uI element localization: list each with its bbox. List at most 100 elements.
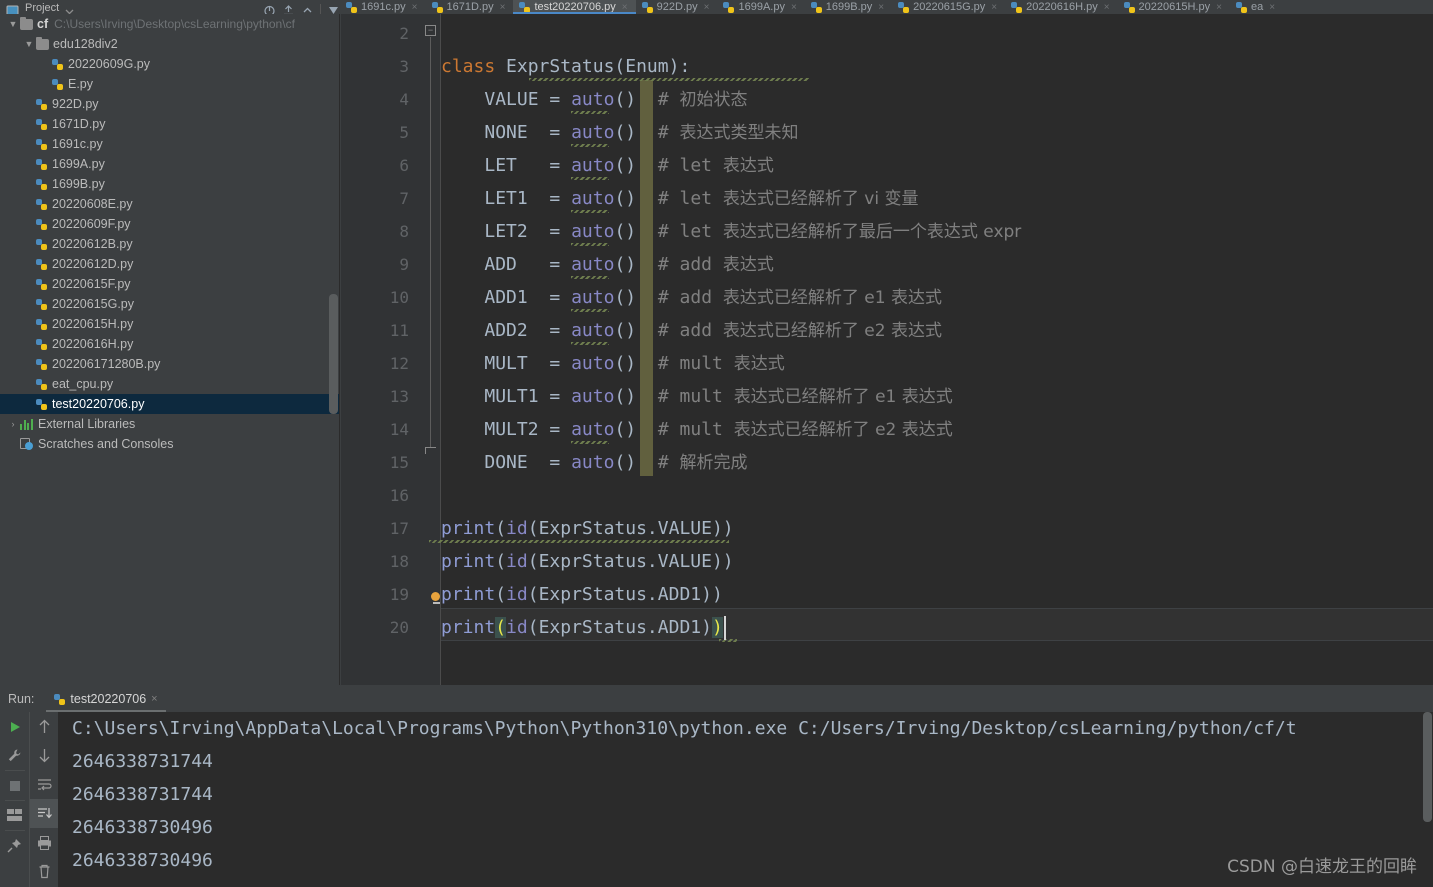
chevron-right-icon[interactable]: › — [6, 419, 20, 429]
tree-row[interactable]: ·1699B.py — [0, 174, 339, 194]
collapse-icon[interactable] — [301, 3, 314, 14]
code-line[interactable]: print(id(ExprStatus.ADD1)) — [441, 611, 723, 644]
code-line[interactable]: LET2 = auto() # let 表达式已经解析了最后一个表达式 expr — [441, 215, 1021, 248]
python-file-icon — [52, 79, 63, 90]
close-icon[interactable]: × — [991, 2, 997, 13]
print-icon[interactable] — [30, 828, 59, 857]
editor-tab-20220615H-py[interactable]: 20220615H.py× — [1118, 0, 1230, 14]
close-icon[interactable]: × — [791, 2, 797, 13]
code-line[interactable]: ADD1 = auto() # add 表达式已经解析了 e1 表达式 — [441, 281, 942, 314]
editor-tab-1699B-py[interactable]: 1699B.py× — [805, 0, 892, 14]
tree-row[interactable]: ·20220612D.py — [0, 254, 339, 274]
close-icon[interactable]: × — [1104, 2, 1110, 13]
code-line[interactable]: ADD2 = auto() # add 表达式已经解析了 e2 表达式 — [441, 314, 942, 347]
code-line[interactable]: print(id(ExprStatus.ADD1)) — [441, 578, 723, 611]
warning-squiggle — [571, 243, 609, 246]
run-config-tab[interactable]: test20220706 × — [46, 686, 165, 712]
stop-icon[interactable] — [0, 771, 29, 800]
upload-icon[interactable] — [282, 3, 295, 14]
editor-fold-gutter[interactable]: − — [419, 14, 441, 685]
editor-tab-20220616H-py[interactable]: 20220616H.py× — [1005, 0, 1117, 14]
code-line[interactable]: MULT2 = auto() # mult 表达式已经解析了 e2 表达式 — [441, 413, 953, 446]
python-file-icon — [36, 359, 47, 370]
tree-row[interactable]: ·E.py — [0, 74, 339, 94]
tree-row[interactable]: ·1671D.py — [0, 114, 339, 134]
editor-tab-test20220706-py[interactable]: test20220706.py× — [513, 0, 635, 14]
intention-bulb-icon[interactable] — [431, 592, 442, 605]
close-icon[interactable]: × — [500, 2, 506, 13]
line-number: 3 — [399, 50, 409, 83]
tree-row[interactable]: ›External Libraries — [0, 414, 339, 434]
vcs-update-icon[interactable] — [263, 3, 276, 14]
console-actions-column[interactable] — [29, 712, 58, 887]
editor-tab-strip[interactable]: 1691c.py×1671D.py×test20220706.py×922D.p… — [340, 0, 1433, 14]
close-icon[interactable]: × — [878, 2, 884, 13]
run-side-toolbar[interactable] — [0, 712, 58, 887]
close-icon[interactable]: × — [1216, 2, 1222, 13]
download-icon[interactable] — [327, 3, 340, 14]
project-tree-panel[interactable]: ▼cfC:\Users\Irving\Desktop\csLearning\py… — [0, 14, 340, 685]
tree-row[interactable]: ·test20220706.py — [0, 394, 339, 414]
editor-tab-ea[interactable]: ea× — [1230, 0, 1283, 14]
scroll-to-end-icon[interactable] — [30, 799, 59, 828]
vertical-scrollbar[interactable] — [329, 294, 338, 414]
tree-row[interactable]: ·20220615H.py — [0, 314, 339, 334]
editor-tab-1671D-py[interactable]: 1671D.py× — [426, 0, 514, 14]
soft-wrap-icon[interactable] — [30, 770, 59, 799]
tree-row[interactable]: ·20220615F.py — [0, 274, 339, 294]
tree-row[interactable]: ·20220609G.py — [0, 54, 339, 74]
run-actions-column[interactable] — [0, 712, 29, 887]
code-line[interactable]: DONE = auto() # 解析完成 — [441, 446, 748, 479]
layout-icon[interactable] — [0, 801, 29, 830]
tree-row[interactable]: ▼edu128div2 — [0, 34, 339, 54]
trash-icon[interactable] — [30, 857, 59, 886]
chevron-down-icon[interactable]: ▼ — [6, 19, 20, 29]
code-line[interactable]: NONE = auto() # 表达式类型未知 — [441, 116, 799, 149]
chevron-down-icon[interactable] — [65, 3, 78, 14]
wrench-icon[interactable] — [0, 741, 29, 770]
close-icon[interactable]: × — [412, 2, 418, 13]
tree-row[interactable]: ·1699A.py — [0, 154, 339, 174]
code-line[interactable]: LET1 = auto() # let 表达式已经解析了 vi 变量 — [441, 182, 918, 215]
arrow-down-icon[interactable] — [30, 741, 59, 770]
tree-row[interactable]: ·922D.py — [0, 94, 339, 114]
python-file-icon — [723, 2, 734, 13]
editor-tab-1699A-py[interactable]: 1699A.py× — [717, 0, 804, 14]
line-number: 20 — [390, 611, 409, 644]
editor-tab-1691c-py[interactable]: 1691c.py× — [340, 0, 426, 14]
arrow-up-icon[interactable] — [30, 712, 59, 741]
editor-tab-922D-py[interactable]: 922D.py× — [636, 0, 718, 14]
code-line[interactable]: MULT1 = auto() # mult 表达式已经解析了 e1 表达式 — [441, 380, 953, 413]
editor-tab-20220615G-py[interactable]: 20220615G.py× — [892, 0, 1005, 14]
tree-spacer: · — [22, 119, 36, 129]
pin-icon[interactable] — [0, 831, 29, 860]
tree-row[interactable]: ·20220609F.py — [0, 214, 339, 234]
close-icon[interactable]: × — [151, 693, 157, 705]
tree-row[interactable]: ·eat_cpu.py — [0, 374, 339, 394]
code-editor[interactable]: − class ExprStatus(Enum): VALUE = auto()… — [341, 14, 1433, 685]
tree-row[interactable]: ·1691c.py — [0, 134, 339, 154]
fold-collapse-icon[interactable]: − — [425, 25, 436, 36]
tree-row[interactable]: ·20220616H.py — [0, 334, 339, 354]
rerun-icon[interactable] — [0, 712, 29, 741]
close-icon[interactable]: × — [704, 2, 710, 13]
tree-row[interactable]: ·20220612B.py — [0, 234, 339, 254]
python-file-icon — [36, 139, 47, 150]
tree-row[interactable]: ·Scratches and Consoles — [0, 434, 339, 454]
tree-item-label: Scratches and Consoles — [38, 437, 174, 451]
code-line[interactable]: print(id(ExprStatus.VALUE)) — [441, 545, 734, 578]
tree-row[interactable]: ·20220608E.py — [0, 194, 339, 214]
tree-row[interactable]: ▼cfC:\Users\Irving\Desktop\csLearning\py… — [0, 14, 339, 34]
project-tool-header[interactable]: Project — [0, 0, 340, 14]
chevron-down-icon[interactable]: ▼ — [22, 39, 36, 49]
close-icon[interactable]: × — [622, 2, 628, 13]
line-number: 11 — [390, 314, 409, 347]
tree-spacer: · — [22, 299, 36, 309]
code-lines[interactable]: class ExprStatus(Enum): VALUE = auto() #… — [441, 14, 1433, 685]
code-line[interactable]: MULT = auto() # mult 表达式 — [441, 347, 785, 380]
tree-row[interactable]: ·20220615G.py — [0, 294, 339, 314]
tree-row[interactable]: ·202206171280B.py — [0, 354, 339, 374]
close-icon[interactable]: × — [1269, 2, 1275, 13]
vertical-scrollbar[interactable] — [1423, 712, 1432, 822]
python-file-icon — [36, 279, 47, 290]
